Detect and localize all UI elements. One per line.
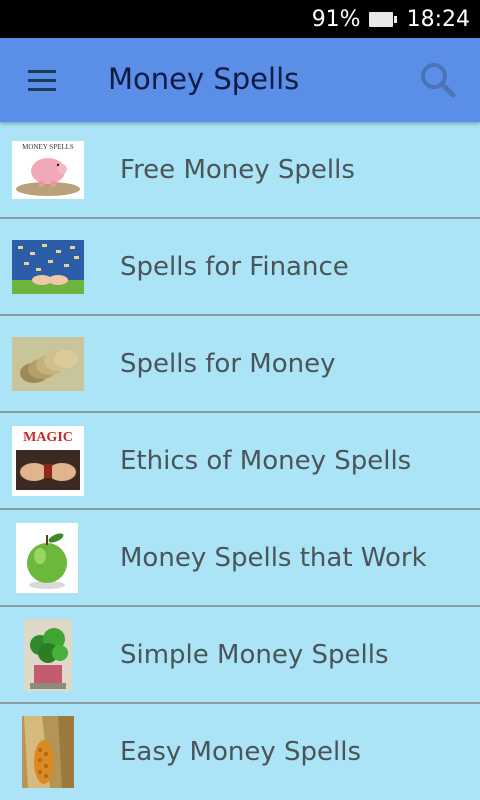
thumb-caption: MONEY SPELLS bbox=[22, 143, 74, 151]
battery-percent: 91% bbox=[311, 6, 361, 32]
list-item-label: Money Spells that Work bbox=[120, 542, 427, 573]
corn-cob-image bbox=[22, 715, 74, 788]
list-item-simple-money-spells[interactable]: Simple Money Spells bbox=[0, 607, 480, 704]
list-item-ethics-of-money-spells[interactable]: MAGIC Ethics of Money Spells bbox=[0, 413, 480, 510]
potted-plant-image bbox=[24, 618, 72, 691]
coins-stack-image bbox=[12, 336, 84, 391]
status-time: 18:24 bbox=[406, 6, 470, 32]
money-rain-hands-image bbox=[12, 239, 84, 294]
list-item-label: Spells for Finance bbox=[120, 251, 349, 282]
list-item-label: Ethics of Money Spells bbox=[120, 445, 412, 476]
app-bar: Money Spells bbox=[0, 38, 480, 122]
spell-list: MONEY SPELLS Free Money Spells Spells fo… bbox=[0, 122, 480, 799]
battery-icon bbox=[368, 11, 397, 27]
list-item-free-money-spells[interactable]: MONEY SPELLS Free Money Spells bbox=[0, 122, 480, 219]
list-item-label: Spells for Money bbox=[120, 348, 336, 379]
page-title: Money Spells bbox=[108, 62, 300, 96]
list-item-label: Simple Money Spells bbox=[120, 639, 389, 670]
hamburger-menu-icon[interactable] bbox=[22, 64, 62, 98]
thumb-caption: MAGIC bbox=[23, 430, 73, 445]
green-apple-image bbox=[16, 522, 78, 593]
list-item-spells-for-money[interactable]: Spells for Money bbox=[0, 316, 480, 413]
magic-hands-image: MAGIC bbox=[12, 425, 84, 496]
piggy-bank-image: MONEY SPELLS bbox=[12, 140, 84, 199]
list-item-money-spells-that-work[interactable]: Money Spells that Work bbox=[0, 510, 480, 607]
list-item-label: Free Money Spells bbox=[120, 154, 355, 185]
list-item-easy-money-spells[interactable]: Easy Money Spells bbox=[0, 704, 480, 799]
list-item-label: Easy Money Spells bbox=[120, 736, 362, 767]
status-bar: 91% 18:24 bbox=[0, 0, 480, 38]
list-item-spells-for-finance[interactable]: Spells for Finance bbox=[0, 219, 480, 316]
search-icon[interactable] bbox=[416, 58, 460, 102]
